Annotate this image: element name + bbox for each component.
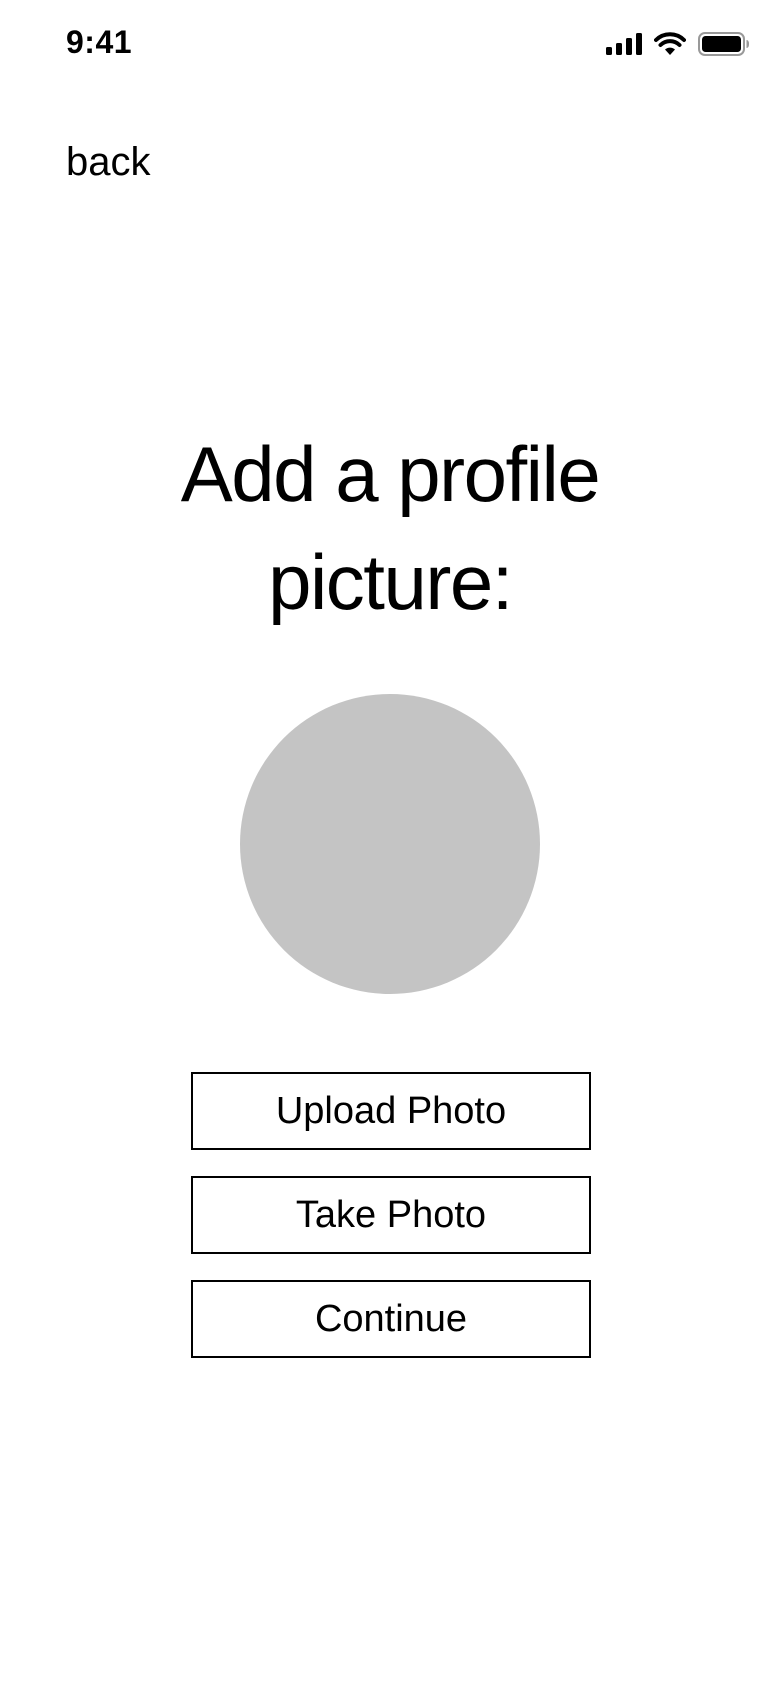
cellular-signal-icon xyxy=(606,33,642,60)
status-icons xyxy=(606,32,750,61)
continue-button[interactable]: Continue xyxy=(191,1280,591,1358)
page-title: Add a profile picture: xyxy=(90,420,690,636)
profile-picture-screen: 9:41 back Add a profile picture: Upload … xyxy=(0,0,780,1688)
status-time: 9:41 xyxy=(66,24,133,60)
wifi-icon xyxy=(654,32,686,61)
back-button[interactable]: back xyxy=(66,140,151,185)
battery-icon xyxy=(698,32,750,61)
page-title-line-2: picture: xyxy=(268,538,513,626)
status-bar: 9:41 xyxy=(0,0,780,92)
upload-photo-button[interactable]: Upload Photo xyxy=(191,1072,591,1150)
avatar-placeholder xyxy=(240,694,540,994)
take-photo-button[interactable]: Take Photo xyxy=(191,1176,591,1254)
page-title-line-1: Add a profile xyxy=(180,430,601,518)
